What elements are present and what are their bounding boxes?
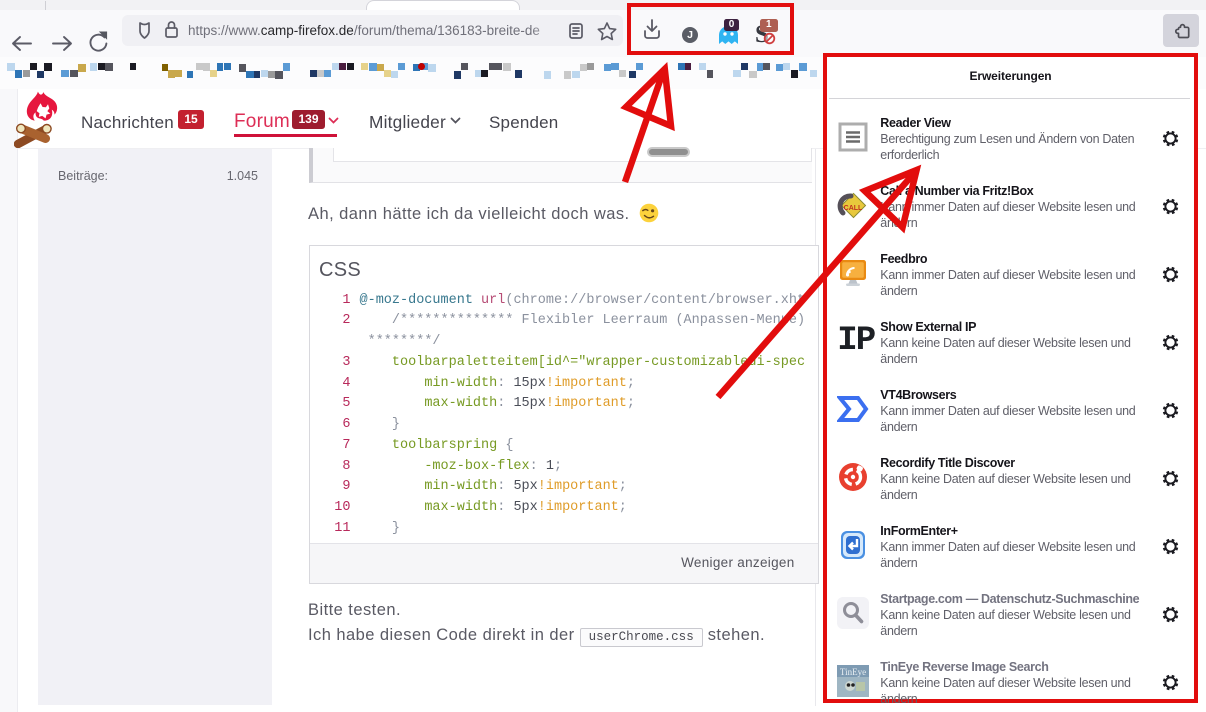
svg-text:CALL: CALL (844, 205, 863, 212)
svg-text:TinEye: TinEye (840, 667, 866, 677)
